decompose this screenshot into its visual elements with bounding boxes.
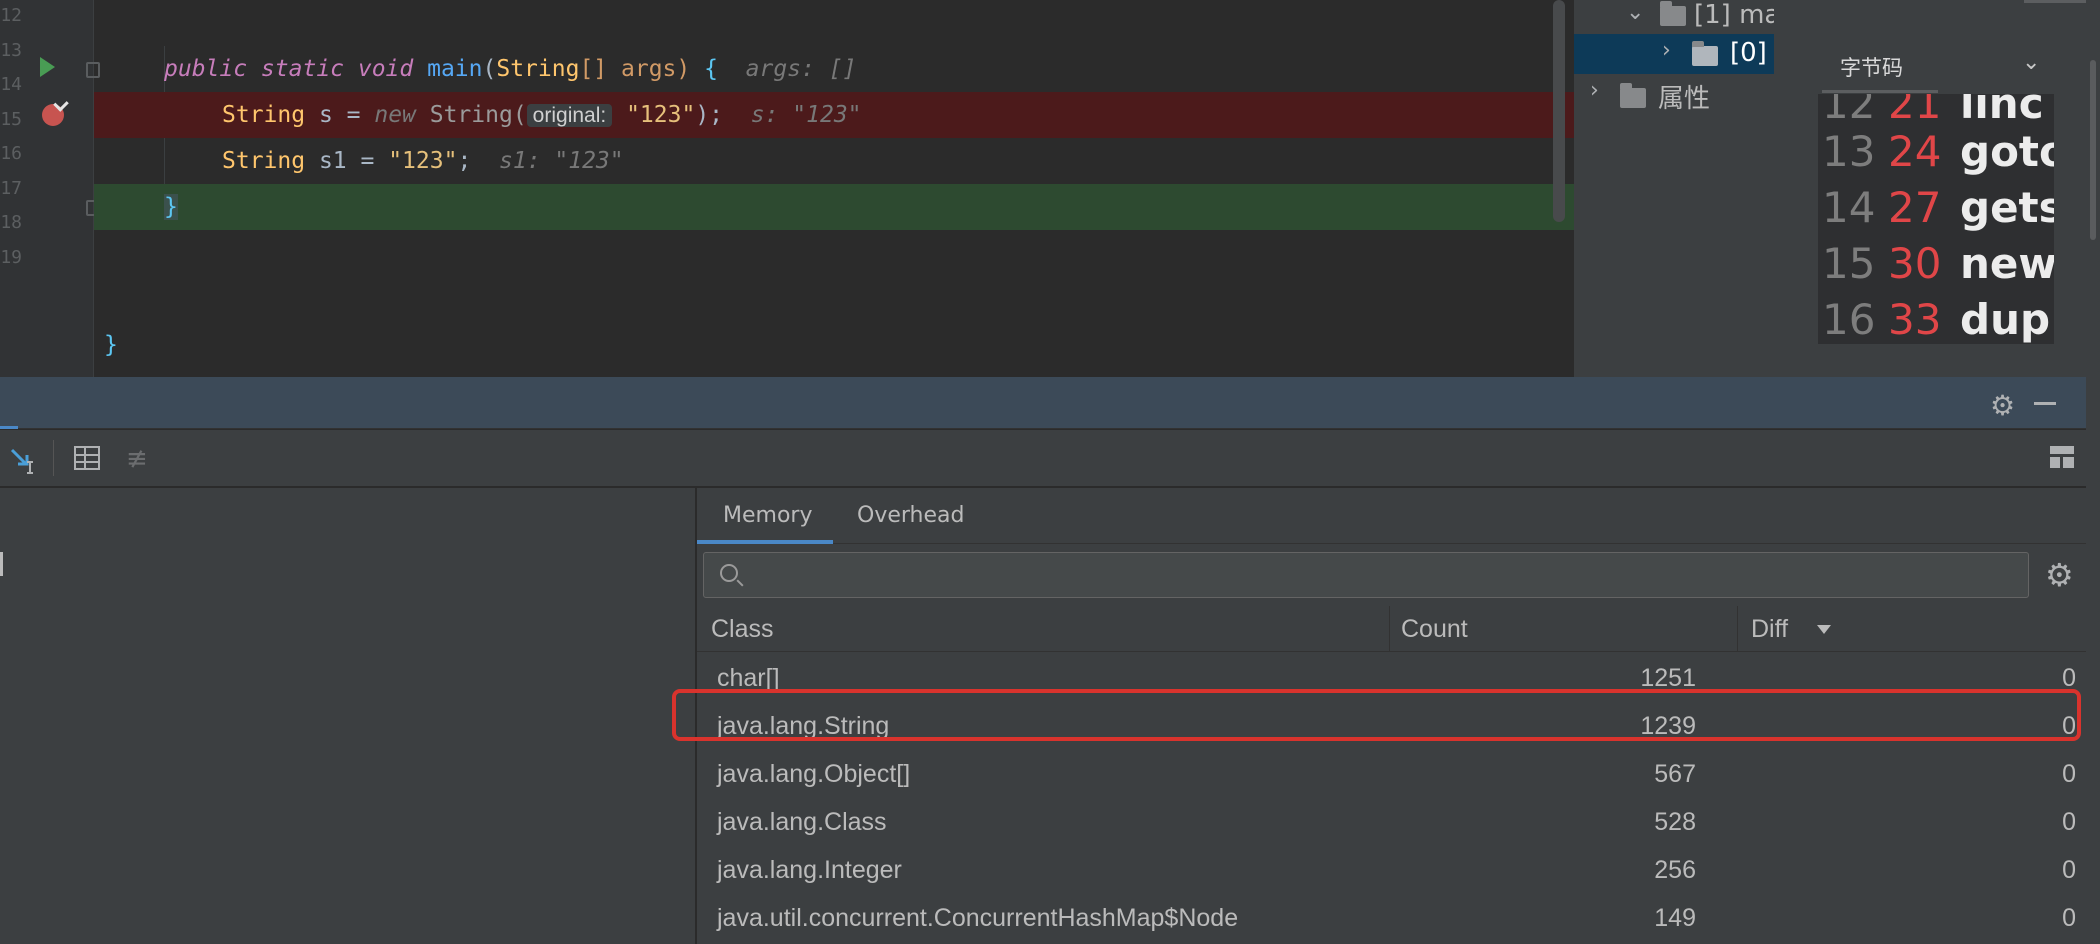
minimize-icon[interactable] (2034, 402, 2056, 405)
cell-class: java.lang.Object[] (717, 760, 911, 788)
editor-gutter[interactable]: 12 13 14 15 16 17 18 19 (0, 0, 100, 377)
tree-node-attributes[interactable]: › 属性 (1574, 74, 1774, 114)
code-line-16-current[interactable]: } (94, 184, 1574, 230)
search-icon (720, 564, 738, 582)
cell-class: java.lang.Integer (717, 856, 902, 884)
cell-diff: 0 (2062, 904, 2076, 932)
gear-icon[interactable]: ⚙ (1990, 389, 2015, 422)
line-number: 16 (0, 143, 22, 164)
active-indicator (0, 426, 18, 429)
code-text: } (104, 332, 118, 358)
tree-node-0[interactable]: › [0] ( (1574, 34, 1785, 74)
toolbar-separator (53, 440, 54, 476)
sort-descending-icon[interactable] (1817, 625, 1831, 634)
code-line-13[interactable]: public static void main(String[] args) {… (94, 46, 1574, 92)
cell-diff: 0 (2062, 856, 2076, 884)
cell-count: 567 (1654, 760, 1696, 788)
line-number: 13 (0, 40, 22, 61)
column-separator[interactable] (1389, 606, 1390, 652)
parameter-hint: original: (526, 104, 613, 127)
cell-class: java.lang.Class (717, 808, 887, 836)
ide-window: 12 13 14 15 16 17 18 19 public static vo… (0, 0, 2100, 944)
bytecode-row: 15 30 new (1822, 239, 2054, 288)
table-row[interactable]: java.util.concurrent.ConcurrentHashMap$N… (697, 894, 2086, 942)
table-row[interactable]: java.lang.Class 528 0 (697, 798, 2086, 846)
cell-class: java.util.concurrent.ConcurrentHashMap$N… (717, 904, 1239, 932)
code-text: } (164, 194, 178, 220)
bytecode-row: 14 27 gets (1822, 183, 2054, 232)
folder-icon (1620, 83, 1646, 108)
text-caret (0, 552, 3, 576)
line-number: 14 (0, 74, 22, 95)
code-line-15[interactable]: String s1 = "123"; s1: "123" (94, 138, 1574, 184)
chevron-down-icon[interactable]: ⌄ (1626, 0, 1644, 25)
filter-icon[interactable]: ≢ (126, 444, 148, 474)
tree-node-main[interactable]: ⌄ [1] ma (1574, 0, 1780, 34)
step-into-icon[interactable] (8, 444, 38, 474)
table-row[interactable]: java.lang.Object[] 567 0 (697, 750, 2086, 798)
tab-underline (1822, 90, 1938, 93)
run-gutter-icon[interactable] (40, 57, 55, 77)
folder-icon (1660, 1, 1686, 26)
frames-pane[interactable] (0, 488, 696, 944)
search-input[interactable] (752, 559, 2012, 591)
active-tab-indicator (697, 540, 833, 544)
inline-debug-value: args: [] (745, 56, 857, 82)
bytecode-tab-label: 字节码 (1840, 56, 1903, 80)
cell-diff: 0 (2062, 808, 2076, 836)
column-separator[interactable] (1737, 606, 1738, 652)
line-number: 12 (0, 5, 22, 26)
line-number: 18 (0, 212, 22, 233)
chevron-down-icon[interactable]: ⌄ (2022, 50, 2040, 75)
cell-count: 149 (1654, 904, 1696, 932)
code-editor[interactable]: 12 13 14 15 16 17 18 19 public static vo… (0, 0, 1574, 377)
cell-count: 256 (1654, 856, 1696, 884)
code-line-14-breakpoint[interactable]: String s = new String(original: "123"); … (94, 92, 1574, 138)
tree-node-label: [1] ma (1694, 0, 1781, 30)
cell-count: 528 (1654, 808, 1696, 836)
memory-pane: Memory Overhead ⚙ Class Count Diff char[… (672, 488, 2086, 944)
line-number: 15 (0, 109, 22, 130)
class-table: char[] 1251 0 java.lang.String 1239 0 ja… (672, 654, 2086, 944)
gear-icon[interactable]: ⚙ (2045, 556, 2074, 594)
line-number: 17 (0, 178, 22, 199)
inline-debug-value: s: "123" (750, 102, 862, 128)
chevron-right-icon[interactable]: › (1590, 78, 1599, 103)
cell-diff: 0 (2062, 760, 2076, 788)
tool-window-header: ⚙ (0, 377, 2086, 429)
code-text: String s1 = "123"; s1: "123" (222, 148, 624, 174)
scrollbar-thumb[interactable] (2090, 60, 2096, 240)
column-header-diff[interactable]: Diff (1751, 606, 1788, 652)
editor-scrollbar[interactable] (1553, 0, 1565, 222)
column-header-count[interactable]: Count (1401, 606, 1468, 652)
table-icon[interactable] (74, 446, 100, 470)
debug-toolbar: ≢ (0, 430, 2086, 487)
bytecode-view[interactable]: 12 21 linc 13 24 goto 14 27 gets 15 30 new 16 33 d… (1818, 94, 2054, 344)
tab-overhead[interactable]: Overhead (831, 488, 990, 544)
panel-scrollbar[interactable] (2086, 0, 2100, 377)
bytecode-row: 13 24 goto (1822, 127, 2054, 176)
bytecode-row: 16 33 dup (1822, 295, 2051, 344)
window-scrollbar[interactable] (2086, 377, 2100, 944)
table-header: Class Count Diff (697, 606, 2086, 652)
tab-memory[interactable]: Memory (697, 488, 838, 544)
bytecode-tab[interactable]: 字节码 ⌄ (1774, 0, 2100, 94)
annotation-highlight-box (672, 689, 2081, 741)
column-header-class[interactable]: Class (711, 606, 774, 652)
class-search-box[interactable] (703, 552, 2029, 598)
code-text: public static void main(String[] args) {… (164, 56, 857, 82)
tree-node-label: 属性 (1658, 84, 1711, 114)
code-line-19[interactable]: } (94, 322, 1574, 368)
table-row[interactable]: java.lang.Integer 256 0 (697, 846, 2086, 894)
memory-tabs: Memory Overhead (697, 488, 2086, 544)
folder-icon (1692, 41, 1718, 66)
layout-icon[interactable] (2050, 446, 2074, 468)
chevron-right-icon[interactable]: › (1662, 38, 1671, 63)
line-number: 19 (0, 247, 22, 268)
code-text: String s = new String(original: "123"); … (222, 102, 862, 128)
inline-debug-value: s1: "123" (499, 148, 624, 174)
